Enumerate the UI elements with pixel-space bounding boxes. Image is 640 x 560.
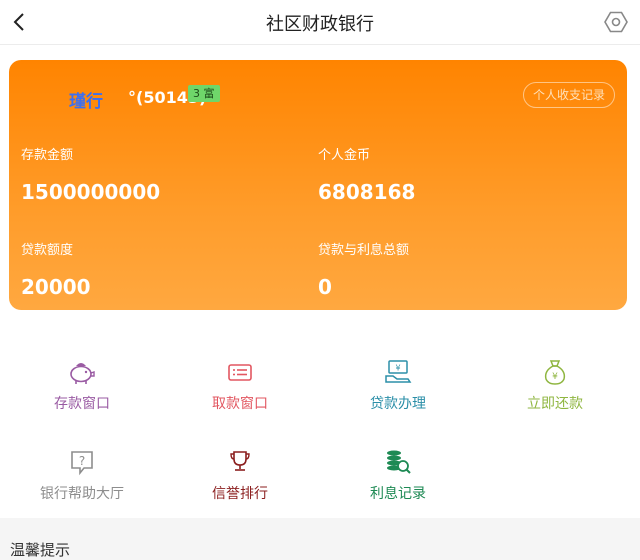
svg-text:?: ? (79, 454, 85, 468)
menu-label: 银行帮助大厅 (40, 486, 124, 502)
tips-section: 温馨提示 (0, 518, 640, 559)
menu-credit-ranking[interactable]: 信誉排行 (160, 447, 320, 503)
loan-limit-value: 20000 (21, 275, 91, 299)
menu-withdraw-window[interactable]: 取款窗口 (160, 357, 320, 413)
deposit-label: 存款金额 (21, 148, 74, 163)
menu-loan-processing[interactable]: ¥ 贷款办理 (318, 357, 478, 413)
menu-label: 利息记录 (370, 486, 426, 502)
menu-repay-now[interactable]: ¥ 立即还款 (475, 357, 635, 413)
wallet-card-icon (228, 364, 252, 381)
menu-label: 立即还款 (527, 396, 583, 412)
page-title: 社区财政银行 (266, 14, 374, 35)
loan-total-label: 贷款与利息总额 (318, 243, 410, 258)
deposit-value: 1500000000 (21, 180, 161, 204)
trophy-icon (230, 451, 250, 471)
piggy-bank-icon (70, 363, 95, 384)
settings-hexagon-icon[interactable] (604, 10, 628, 34)
menu-label: 存款窗口 (54, 396, 110, 412)
coins-value: 6808168 (318, 180, 416, 204)
menu-deposit-window[interactable]: 存款窗口 (2, 357, 162, 413)
app-header: 社区财政银行 (0, 0, 640, 45)
money-bag-icon: ¥ (544, 360, 566, 385)
menu-bank-help-hall[interactable]: ? 银行帮助大厅 (2, 447, 162, 503)
account-card: 瑾行 °(50145) 3 富 个人收支记录 存款金额 1500000000 个… (9, 60, 627, 310)
svg-text:¥: ¥ (395, 364, 400, 373)
username: 瑾行 (69, 92, 103, 112)
svg-text:¥: ¥ (552, 372, 558, 382)
coins-label: 个人金币 (318, 148, 371, 163)
help-icon: ? (71, 451, 93, 476)
loan-total-value: 0 (318, 275, 332, 299)
menu-label: 取款窗口 (212, 396, 268, 412)
menu-interest-records[interactable]: 利息记录 (318, 447, 478, 503)
loan-money-icon: ¥ (385, 360, 412, 383)
coin-search-icon (387, 450, 411, 474)
personal-record-button[interactable]: 个人收支记录 (522, 82, 615, 108)
loan-limit-label: 贷款额度 (21, 243, 74, 258)
tips-title: 温馨提示 (10, 541, 71, 559)
menu-label: 信誉排行 (212, 486, 268, 502)
menu-label: 贷款办理 (370, 396, 426, 412)
wealth-badge: 3 富 (188, 85, 220, 102)
